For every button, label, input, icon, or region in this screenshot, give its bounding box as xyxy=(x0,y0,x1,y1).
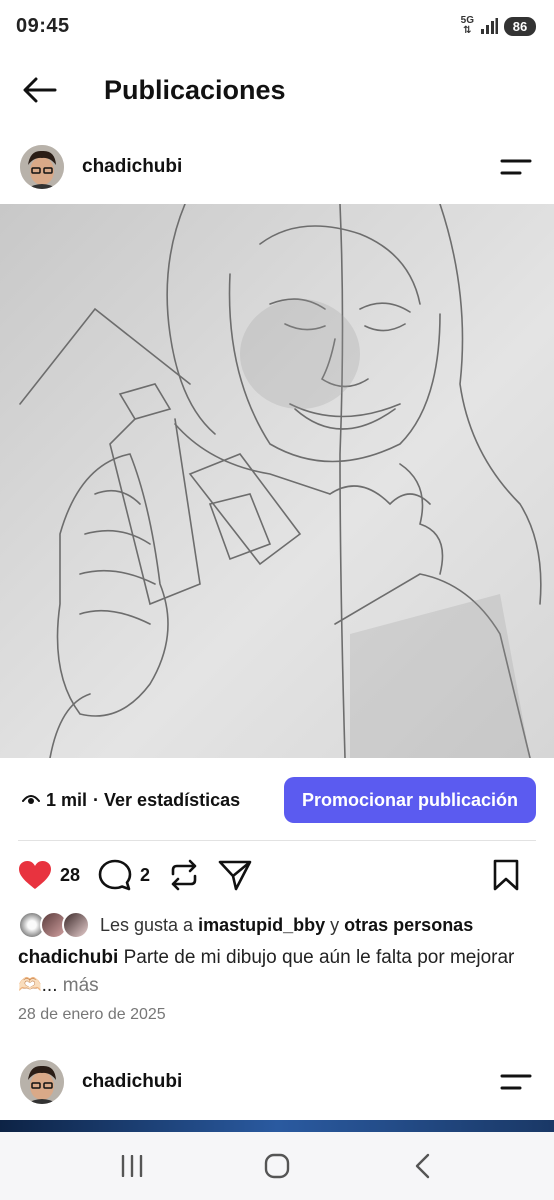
liker-avatars xyxy=(18,911,94,939)
actions-row: 28 2 xyxy=(0,852,554,898)
like-button[interactable]: 28 xyxy=(18,860,80,890)
username[interactable]: chadichubi xyxy=(82,156,182,178)
likes-others-link[interactable]: otras personas xyxy=(344,915,473,935)
promote-button[interactable]: Promocionar publicación xyxy=(283,777,536,823)
home-icon xyxy=(264,1153,290,1179)
share-button[interactable] xyxy=(218,859,252,891)
caption-more-link[interactable]: más xyxy=(63,975,99,996)
divider xyxy=(18,840,536,841)
avatar[interactable] xyxy=(20,145,64,189)
post-menu-button[interactable] xyxy=(498,1067,534,1097)
comment-button[interactable]: 2 xyxy=(98,859,150,891)
avatar-image xyxy=(20,1060,64,1104)
status-bar: 09:45 5G ⇅ 86 xyxy=(0,0,554,52)
next-post-header: chadichubi xyxy=(0,1052,554,1112)
repost-button[interactable] xyxy=(168,859,200,891)
recents-button[interactable] xyxy=(102,1141,162,1191)
stats-link-label: · Ver estadísticas xyxy=(93,789,241,810)
post-menu-button[interactable] xyxy=(498,152,534,182)
avatar[interactable] xyxy=(20,1060,64,1104)
comment-count: 2 xyxy=(140,864,151,885)
sketch-drawing xyxy=(19,204,542,758)
back-arrow-icon xyxy=(23,77,57,103)
post-date: 28 de enero de 2025 xyxy=(18,1006,166,1023)
signal-icon xyxy=(481,18,498,34)
system-nav-bar xyxy=(0,1132,554,1200)
app-bar: Publicaciones xyxy=(0,60,554,120)
likes-summary[interactable]: Les gusta a imastupid_bby y otras person… xyxy=(18,908,473,942)
bookmark-button[interactable] xyxy=(492,859,520,891)
liker-avatar xyxy=(62,911,90,939)
next-post-image[interactable] xyxy=(0,1120,554,1132)
likes-text: Les gusta a imastupid_bby y otras person… xyxy=(100,914,474,935)
stats-row: 1 mil · Ver estadísticas Promocionar pub… xyxy=(0,776,554,824)
back-nav-icon xyxy=(415,1153,429,1179)
status-time: 09:45 xyxy=(16,14,70,37)
menu-icon xyxy=(500,1074,532,1090)
bookmark-icon xyxy=(493,859,519,891)
eye-icon xyxy=(22,795,40,804)
post-caption: chadichubi Parte de mi dibujo que aún le… xyxy=(18,944,538,1000)
heart-icon xyxy=(19,861,51,889)
recents-icon xyxy=(122,1155,143,1177)
comment-icon xyxy=(98,859,132,891)
view-stats-link[interactable]: 1 mil · Ver estadísticas xyxy=(22,790,240,811)
menu-icon xyxy=(500,159,532,175)
home-button[interactable] xyxy=(247,1141,307,1191)
username[interactable]: chadichubi xyxy=(82,1071,182,1093)
back-button[interactable] xyxy=(0,60,80,120)
caption-username[interactable]: chadichubi xyxy=(18,947,118,968)
likes-user-link[interactable]: imastupid_bby xyxy=(198,915,325,935)
network-type: 5G ⇅ xyxy=(460,15,474,36)
post-header: chadichubi xyxy=(0,137,554,197)
view-count: 1 mil xyxy=(46,789,88,810)
share-icon xyxy=(218,860,252,891)
status-icons: 5G ⇅ 86 xyxy=(461,16,536,36)
page-title: Publicaciones xyxy=(104,74,286,105)
battery-indicator: 86 xyxy=(504,16,536,36)
avatar-image xyxy=(20,145,64,189)
repost-icon xyxy=(171,859,197,891)
back-nav-button[interactable] xyxy=(392,1141,452,1191)
post-image[interactable] xyxy=(0,204,554,758)
like-count: 28 xyxy=(60,864,81,885)
